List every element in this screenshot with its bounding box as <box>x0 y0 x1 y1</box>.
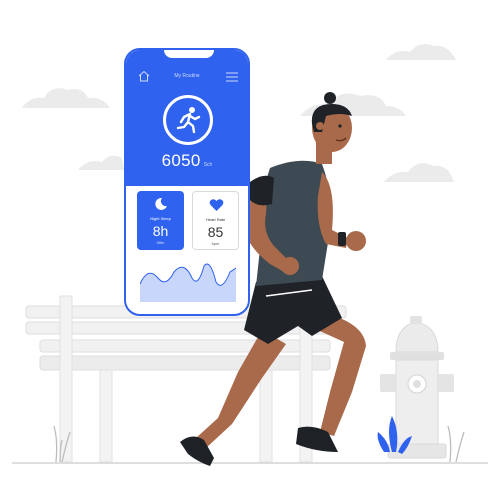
activity-area-chart <box>140 263 236 302</box>
heart-rate-value: 85 <box>207 224 224 240</box>
phone-mockup: My Routine 6050 Sch Night Sleep 8h 05m He… <box>124 48 250 316</box>
heart-rate-unit: bpm <box>211 241 220 246</box>
phone-notch <box>164 50 214 58</box>
heart-icon <box>209 199 224 211</box>
phone-header-panel: My Routine 6050 Sch <box>126 50 248 186</box>
cloud-icon <box>386 44 456 60</box>
heart-rate-label: Heart Rate <box>205 217 226 222</box>
cloud-icon <box>78 155 124 170</box>
night-sleep-card[interactable]: Night Sleep 8h 05m <box>137 191 184 250</box>
cloud-icon <box>22 88 110 108</box>
night-sleep-minutes: 05m <box>156 240 165 245</box>
step-count-unit: Sch <box>203 162 213 168</box>
background-scene <box>12 44 488 466</box>
night-sleep-label: Night Sleep <box>150 216 171 221</box>
grass-tuft <box>447 425 465 463</box>
heart-rate-card[interactable]: Heart Rate 85 bpm <box>192 191 239 250</box>
cloud-icon <box>384 163 454 182</box>
step-count: 6050 <box>161 151 201 170</box>
step-count-row: 6050 Sch <box>126 151 248 171</box>
night-sleep-value: 8h <box>152 223 169 239</box>
moon-icon <box>155 197 167 210</box>
running-person-icon <box>176 107 201 134</box>
hamburger-menu-icon[interactable] <box>226 72 238 82</box>
